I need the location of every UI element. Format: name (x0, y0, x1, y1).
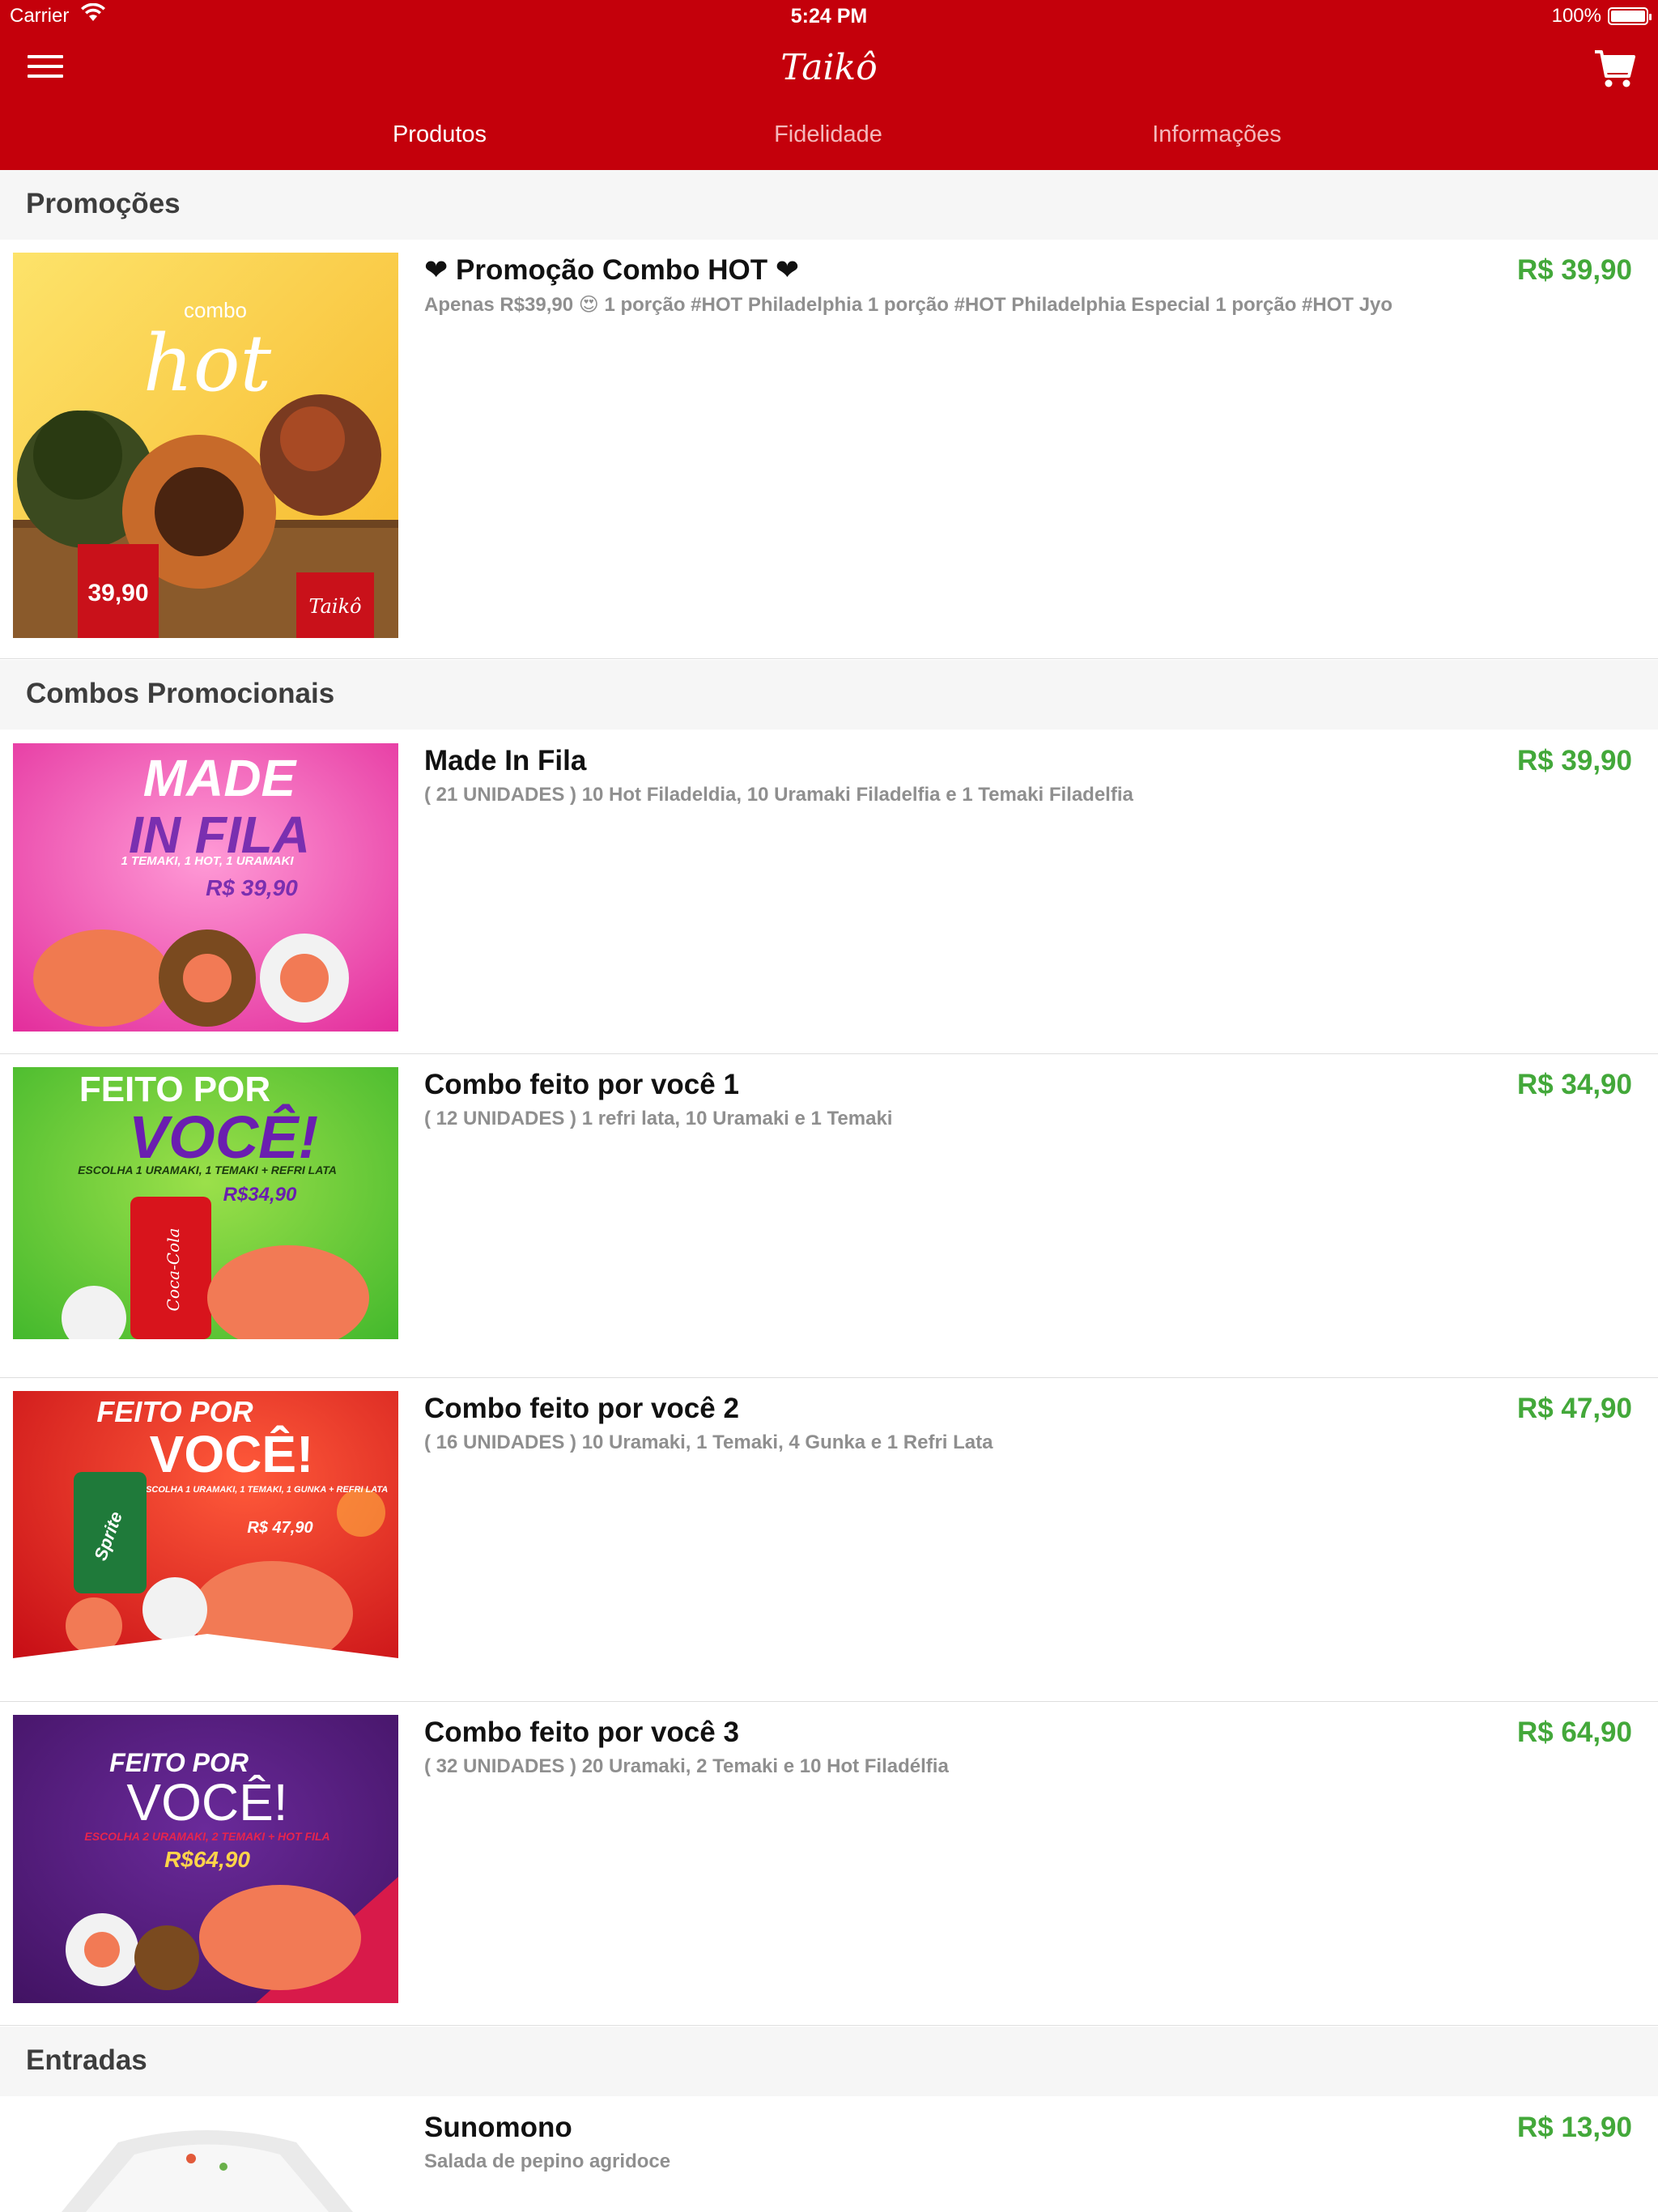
product-price: R$ 47,90 (1516, 1393, 1632, 1424)
product-description: Salada de pepino agridoce (424, 2150, 671, 2172)
battery-icon (1608, 7, 1652, 25)
battery-percent: 100% (1551, 5, 1601, 27)
svg-text:R$34,90: R$34,90 (223, 1184, 297, 1206)
product-item-made-in-fila[interactable]: MADE IN FILA 1 TEMAKI, 1 HOT, 1 URAMAKI … (0, 730, 1658, 1054)
product-price: R$ 34,90 (1516, 1069, 1632, 1100)
product-image: FEITO POR VOCÊ! ESCOLHA 1 URAMAKI, 1 TEM… (13, 1391, 398, 1679)
product-title: Combo feito por você 3 (424, 1716, 739, 1748)
product-item-combo-1[interactable]: FEITO POR VOCÊ! ESCOLHA 1 URAMAKI, 1 TEM… (0, 1054, 1658, 1378)
tab-fidelidade[interactable]: Fidelidade (658, 121, 998, 148)
cart-icon[interactable] (1593, 45, 1635, 91)
section-title: Combos Promocionais (26, 678, 335, 709)
svg-text:VOCÊ!: VOCÊ! (150, 1424, 314, 1483)
product-title: Sunomono (424, 2112, 572, 2143)
svg-text:FEITO POR: FEITO POR (96, 1395, 253, 1428)
product-image: combo hot 39,90 Taikô (13, 253, 398, 638)
svg-text:1 TEMAKI, 1 HOT, 1 URAMAKI: 1 TEMAKI, 1 HOT, 1 URAMAKI (121, 854, 294, 868)
product-price: R$ 13,90 (1516, 2112, 1632, 2143)
product-description: ( 16 UNIDADES ) 10 Uramaki, 1 Temaki, 4 … (424, 1431, 993, 1453)
svg-text:R$64,90: R$64,90 (164, 1847, 250, 1872)
section-title: Entradas (26, 2044, 147, 2076)
product-image: FEITO POR VOCÊ! ESCOLHA 1 URAMAKI, 1 TEM… (13, 1067, 398, 1355)
product-description: Apenas R$39,90 😍 1 porção #HOT Philadelp… (424, 294, 1393, 316)
svg-text:39,90: 39,90 (87, 580, 148, 606)
clock: 5:24 PM (790, 5, 868, 28)
product-item-combo-3[interactable]: FEITO POR VOCÊ! ESCOLHA 2 URAMAKI, 2 TEM… (0, 1702, 1658, 2026)
product-item-combo-hot[interactable]: combo hot 39,90 Taikô ❤ Promoção Combo H… (0, 240, 1658, 659)
svg-text:ESCOLHA 2 URAMAKI, 2 TEMAKI +: ESCOLHA 2 URAMAKI, 2 TEMAKI + HOT FILA (84, 1830, 329, 1843)
product-price: R$ 64,90 (1516, 1716, 1632, 1748)
svg-text:Taikô: Taikô (780, 47, 877, 88)
svg-text:Coca-Cola: Coca-Cola (164, 1228, 183, 1312)
product-title: Combo feito por você 1 (424, 1069, 739, 1100)
tab-produtos[interactable]: Produtos (270, 121, 610, 148)
section-title: Promoções (26, 188, 181, 219)
svg-text:R$ 39,90: R$ 39,90 (206, 875, 298, 900)
svg-text:MADE: MADE (143, 749, 298, 807)
svg-text:VOCÊ!: VOCÊ! (129, 1104, 318, 1171)
product-price: R$ 39,90 (1516, 745, 1632, 776)
product-item-sunomono[interactable]: Sunomono Salada de pepino agridoce R$ 13… (0, 2097, 1658, 2212)
section-header-promocoes: Promoções (0, 170, 1658, 240)
section-header-combos: Combos Promocionais (0, 660, 1658, 730)
section-header-entradas: Entradas (0, 2027, 1658, 2096)
product-item-combo-2[interactable]: FEITO POR VOCÊ! ESCOLHA 1 URAMAKI, 1 TEM… (0, 1378, 1658, 1702)
svg-text:Taikô: Taikô (308, 595, 361, 618)
svg-text:hot: hot (143, 318, 272, 409)
hamburger-menu-icon[interactable] (28, 55, 63, 81)
tab-informacoes[interactable]: Informações (1047, 121, 1387, 148)
product-title: ❤ Promoção Combo HOT ❤ (424, 254, 800, 286)
product-title: Combo feito por você 2 (424, 1393, 739, 1424)
product-price: R$ 39,90 (1516, 254, 1632, 286)
svg-text:ESCOLHA 1 URAMAKI, 1 TEMAKI +: ESCOLHA 1 URAMAKI, 1 TEMAKI + REFRI LATA (78, 1163, 337, 1176)
product-description: ( 32 UNIDADES ) 20 Uramaki, 2 Temaki e 1… (424, 1755, 949, 1777)
svg-text:VOCÊ!: VOCÊ! (126, 1773, 287, 1831)
svg-text:R$ 47,90: R$ 47,90 (247, 1519, 312, 1537)
svg-text:ESCOLHA 1 URAMAKI, 1 TEMAKI, 1: ESCOLHA 1 URAMAKI, 1 TEMAKI, 1 GUNKA + R… (140, 1485, 389, 1495)
tab-bar: Produtos Fidelidade Informações (0, 113, 1658, 170)
product-description: ( 12 UNIDADES ) 1 refri lata, 10 Uramaki… (424, 1108, 893, 1129)
taiko-logo: Taikô (780, 47, 877, 88)
product-image: FEITO POR VOCÊ! ESCOLHA 2 URAMAKI, 2 TEM… (13, 1715, 398, 2003)
status-bar: Carrier 5:24 PM 100% (0, 0, 1658, 32)
product-image: MADE IN FILA 1 TEMAKI, 1 HOT, 1 URAMAKI … (13, 743, 398, 1032)
product-title: Made In Fila (424, 745, 587, 776)
product-image (13, 2110, 398, 2212)
product-description: ( 21 UNIDADES ) 10 Hot Filadeldia, 10 Ur… (424, 784, 1133, 806)
app-header: Carrier 5:24 PM 100% Taikô Produtos Fide… (0, 0, 1658, 170)
